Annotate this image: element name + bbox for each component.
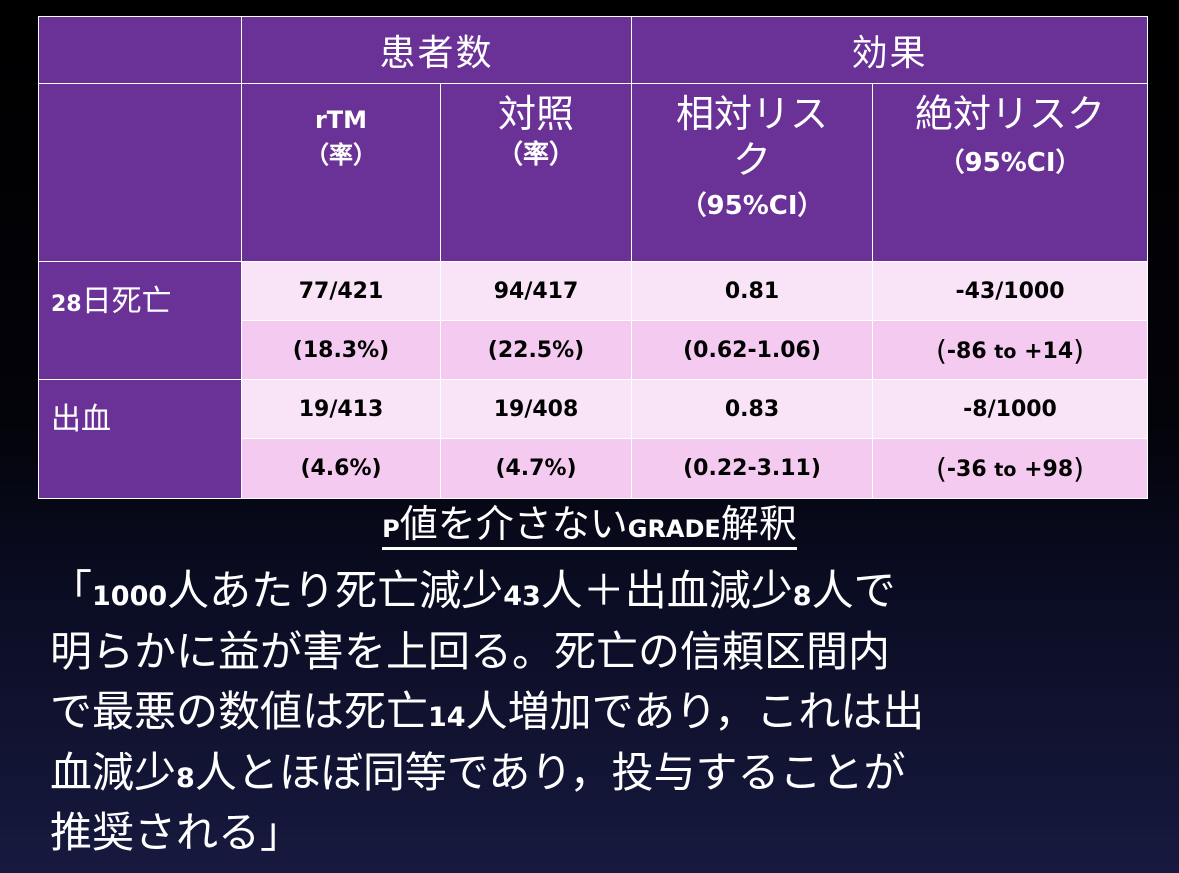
cell-absolute-risk: -43/1000 <box>872 261 1149 321</box>
interpretation-quote: 「1000人あたり死亡減少43人＋出血減少8人で 明らかに益が害を上回る。死亡の… <box>50 561 1160 864</box>
cell-control-count: 94/417 <box>439 261 633 321</box>
heading-p: P <box>382 515 400 543</box>
cell-rtm-rate: (4.6%) <box>241 438 441 499</box>
heading-grade: GRADE <box>627 515 721 543</box>
quote-line-1: 「1000人あたり死亡減少43人＋出血減少8人で <box>50 561 1160 622</box>
cell-rtm-count: 77/421 <box>241 261 441 321</box>
row-label-bleeding: 出血 <box>38 379 242 499</box>
quote-number: 8 <box>792 581 812 612</box>
row-label-mortality: 28日死亡 <box>38 261 242 380</box>
header-rtm: rTM （率） <box>241 83 441 262</box>
quote-text: で最悪の数値は死亡 <box>50 687 429 736</box>
cell-relative-risk-ci: (0.22-3.11) <box>631 438 874 499</box>
table-row: 28日死亡 77/421 94/417 0.81 -43/1000 <box>38 261 1149 380</box>
header-control-label: 対照 <box>498 92 575 136</box>
cell-rtm-count: 19/413 <box>241 379 441 439</box>
cell-relative-risk-ci: (0.62-1.06) <box>631 320 874 380</box>
header-absolute-risk: 絶対リスク （95%CI） <box>872 83 1149 262</box>
cell-control-count: 19/408 <box>439 379 633 439</box>
header-rr-line2: ク <box>733 137 772 182</box>
quote-line-5: 推奨される」 <box>50 808 303 857</box>
cell-control-rate: (22.5%) <box>439 320 633 380</box>
quote-number: 1000 <box>92 581 168 612</box>
ci-to: to <box>994 459 1017 481</box>
ci-to: to <box>994 340 1017 363</box>
header-rr-ci: （95%CI） <box>680 191 824 222</box>
row-label-number: 28 <box>51 292 82 317</box>
quote-number: 43 <box>503 581 541 612</box>
header-rtm-label: rTM <box>314 106 368 134</box>
quote-text: 人増加であり，これは出 <box>465 687 925 736</box>
heading-underline: P値を介さないGRADE解釈 <box>382 502 797 550</box>
quote-text: 人＋出血減少 <box>540 566 793 615</box>
header-rtm-rate: （率） <box>305 140 377 169</box>
paren-open: ( <box>935 333 947 367</box>
quote-number: 8 <box>176 762 195 794</box>
cell-relative-risk: 0.81 <box>631 261 874 321</box>
heading-mid: 値を介さない <box>399 502 628 546</box>
row-label-text: 出血 <box>51 402 111 437</box>
cell-control-rate: (4.7%) <box>439 438 633 499</box>
cell-absolute-risk: -8/1000 <box>872 379 1149 439</box>
header-ar-ci: （95%CI） <box>938 147 1082 178</box>
cell-rtm-rate: (18.3%) <box>241 320 441 380</box>
ci-low: -36 <box>946 457 987 482</box>
header-ar-line1: 絶対リスク <box>915 92 1106 136</box>
header-relative-risk: 相対リス ク （95%CI） <box>631 83 874 262</box>
header-effect: 効果 <box>631 16 1149 84</box>
paren-close: ) <box>1073 333 1085 367</box>
ci-high: +14 <box>1024 338 1074 364</box>
ci-low: -86 <box>946 338 987 364</box>
ci-high: +98 <box>1024 457 1074 482</box>
quote-line-4: 血減少8人とほぼ同等であり，投与することが <box>50 743 1160 804</box>
header-patients: 患者数 <box>240 16 633 84</box>
quote-text: 「 <box>50 566 93 615</box>
paren-open: ( <box>935 452 947 485</box>
table-row: 出血 19/413 19/408 0.83 -8/1000 <box>38 379 1149 499</box>
header-control: 対照 （率） <box>439 83 633 262</box>
results-table: 患者数 効果 rTM （率） 対照 （率） 相対リス ク （95%CI） 絶対リ… <box>38 16 1149 499</box>
quote-text: 血減少 <box>50 747 177 797</box>
quote-line-3: で最悪の数値は死亡14人増加であり，これは出 <box>50 682 1160 743</box>
cell-relative-risk: 0.83 <box>631 379 874 439</box>
header-control-rate: （率） <box>497 139 576 170</box>
quote-text: 人あたり死亡減少 <box>167 566 504 615</box>
paren-close: ) <box>1073 452 1085 485</box>
grade-interpretation-heading: P値を介さないGRADE解釈 <box>0 500 1179 553</box>
header-corner-cell <box>38 16 242 84</box>
quote-line-2: 明らかに益が害を上回る。死亡の信頼区間内 <box>50 626 891 676</box>
row-label-text: 日死亡 <box>81 284 172 319</box>
heading-end: 解釈 <box>720 502 797 546</box>
cell-absolute-risk-ci: (-36 to +98) <box>872 438 1149 499</box>
quote-number: 14 <box>428 702 466 733</box>
cell-absolute-risk-ci: (-86 to +14) <box>872 320 1149 380</box>
header-rr-line1: 相対リス <box>676 92 829 136</box>
quote-text: 人で <box>811 566 896 615</box>
header-corner-cell-2 <box>38 83 242 262</box>
quote-text: 人とほぼ同等であり，投与することが <box>194 747 906 797</box>
